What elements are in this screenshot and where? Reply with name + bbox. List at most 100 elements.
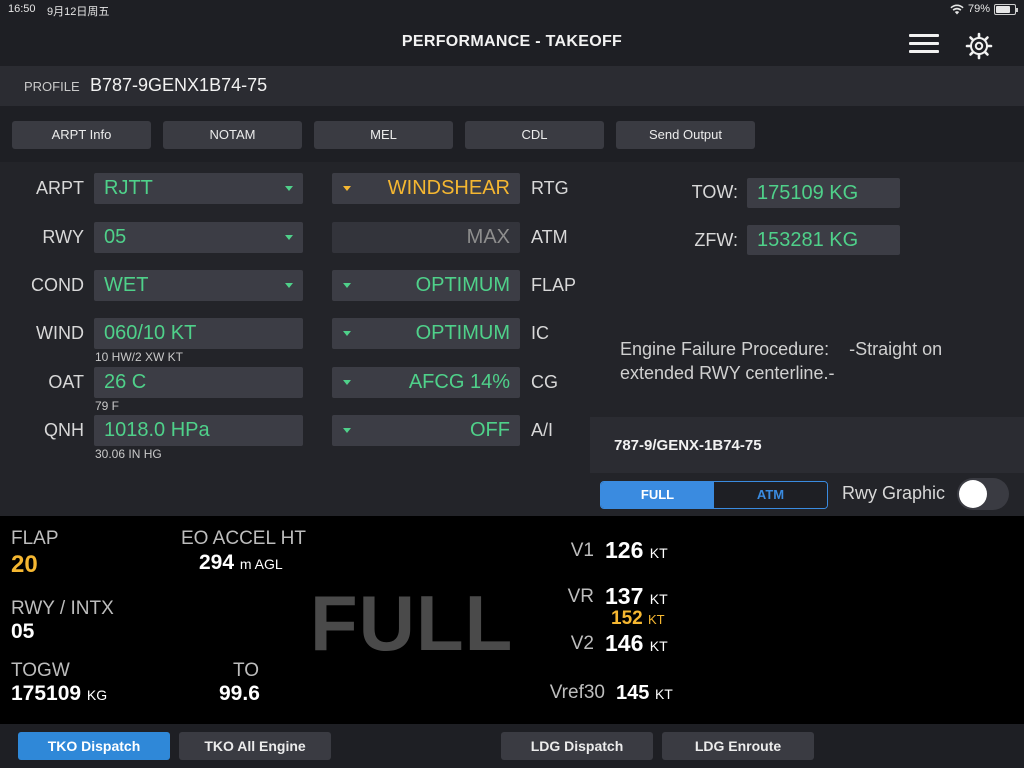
bottom-tab-bar: TKO Dispatch TKO All Engine LDG Dispatch… <box>0 724 1024 768</box>
send-output-button[interactable]: Send Output <box>616 121 755 149</box>
vref-label: Vref30 <box>549 682 605 703</box>
qnh-inhg: 30.06 IN HG <box>95 447 162 461</box>
tab-tko-all-engine[interactable]: TKO All Engine <box>179 732 331 760</box>
gear-icon[interactable] <box>965 32 993 60</box>
rwy-graphic-switch[interactable] <box>957 478 1009 510</box>
zfw-input[interactable]: 153281 KG <box>747 225 900 255</box>
dropdown-arrow-icon <box>343 283 351 288</box>
wind-value: 060/10 KT <box>104 322 197 344</box>
v1-label: V1 <box>570 540 594 561</box>
weights-panel: TOW: 175109 KG ZFW: 153281 KG Engine Fai… <box>590 162 1024 417</box>
status-time: 16:50 <box>8 3 36 15</box>
status-bar: 16:50 9月12日周五 79% <box>0 0 1024 20</box>
vr-alternate-unit: KT <box>647 612 665 627</box>
to-label: TO <box>233 660 260 681</box>
status-date: 9月12日周五 <box>47 6 110 18</box>
eo-accel-number: 294 <box>199 551 235 574</box>
vref-value: 145 KT <box>616 682 673 705</box>
qnh-input[interactable]: 1018.0 HPa <box>94 415 303 446</box>
tow-input[interactable]: 175109 KG <box>747 178 900 208</box>
atm-value: MAX <box>466 226 510 248</box>
rwy-graphic-label: Rwy Graphic <box>842 483 946 503</box>
vref-unit: KT <box>654 686 673 702</box>
dropdown-arrow-icon <box>285 235 293 240</box>
page-title: PERFORMANCE - TAKEOFF <box>401 33 623 50</box>
ai-select[interactable]: OFF <box>332 415 520 446</box>
v1-unit: KT <box>649 545 668 561</box>
atm-segment[interactable]: ATM <box>714 482 827 508</box>
dropdown-arrow-icon <box>343 380 351 385</box>
vr-number: 137 <box>605 583 644 609</box>
eo-accel-label: EO ACCEL HT <box>181 528 306 549</box>
ic-value: OPTIMUM <box>415 322 510 344</box>
tow-value: 175109 KG <box>757 182 859 204</box>
v1-number: 126 <box>605 537 644 563</box>
aircraft-type: 787-9/GENX-1B74-75 <box>614 437 762 454</box>
atm-input[interactable]: MAX <box>332 222 520 253</box>
battery-icon <box>994 3 1018 15</box>
mode-toggle-area: FULL ATM Rwy Graphic <box>590 473 1024 516</box>
eo-accel-value: 294 m AGL <box>199 551 283 575</box>
rwy-intx-label: RWY / INTX <box>11 598 114 619</box>
dropdown-arrow-icon <box>343 186 351 191</box>
battery-fill <box>996 5 1011 13</box>
qnh-label: QNH <box>44 420 84 440</box>
notam-button[interactable]: NOTAM <box>163 121 302 149</box>
oat-input[interactable]: 26 C <box>94 367 303 398</box>
engine-failure-label: Engine Failure Procedure: <box>620 339 830 359</box>
cond-select[interactable]: WET <box>94 270 303 301</box>
rwy-select[interactable]: 05 <box>94 222 303 253</box>
result-flap-value: 20 <box>11 551 38 578</box>
rwy-intx-value: 05 <box>11 620 35 643</box>
profile-label: PROFILE <box>24 79 80 94</box>
eo-accel-unit: m AGL <box>239 556 283 572</box>
wind-input[interactable]: 060/10 KT <box>94 318 303 349</box>
ic-select[interactable]: OPTIMUM <box>332 318 520 349</box>
arpt-select[interactable]: RJTT <box>94 173 303 204</box>
takeoff-mode-display: FULL <box>310 579 514 667</box>
flap-value: OPTIMUM <box>415 274 510 296</box>
togw-label: TOGW <box>11 660 70 681</box>
to-value: 99.6 <box>219 682 260 705</box>
qnh-value: 1018.0 HPa <box>104 419 210 441</box>
arpt-info-button[interactable]: ARPT Info <box>12 121 151 149</box>
v2-label: V2 <box>570 633 594 654</box>
tow-label: TOW: <box>691 182 738 202</box>
dropdown-arrow-icon <box>343 428 351 433</box>
arpt-value: RJTT <box>104 177 153 199</box>
vr-label: VR <box>567 586 594 607</box>
ic-label: IC <box>531 323 549 343</box>
full-segment[interactable]: FULL <box>601 482 714 508</box>
cdl-button[interactable]: CDL <box>465 121 604 149</box>
dropdown-arrow-icon <box>285 186 293 191</box>
ai-value: OFF <box>470 419 510 441</box>
tab-ldg-dispatch[interactable]: LDG Dispatch <box>501 732 653 760</box>
v1-value: 126 KT <box>605 537 668 564</box>
switch-knob <box>959 480 987 508</box>
menu-icon[interactable] <box>909 34 939 56</box>
togw-number: 175109 <box>11 682 82 705</box>
flap-select[interactable]: OPTIMUM <box>332 270 520 301</box>
rtg-value: WINDSHEAR <box>387 177 510 199</box>
vr-unit: KT <box>649 591 668 607</box>
arpt-label: ARPT <box>35 178 84 198</box>
v2-number: 146 <box>605 630 644 656</box>
engine-failure-procedure: Engine Failure Procedure: -Straight on e… <box>620 337 1000 385</box>
tab-ldg-enroute[interactable]: LDG Enroute <box>662 732 814 760</box>
cg-select[interactable]: AFCG 14% <box>332 367 520 398</box>
wind-label: WIND <box>36 323 84 343</box>
battery-percent: 79% <box>967 3 990 15</box>
mel-button[interactable]: MEL <box>314 121 453 149</box>
flap-label: FLAP <box>531 275 577 295</box>
wind-components: 10 HW/2 XW KT <box>95 350 184 364</box>
tab-tko-dispatch[interactable]: TKO Dispatch <box>18 732 170 760</box>
zfw-value: 153281 KG <box>757 229 859 251</box>
results-panel: FLAP 20 EO ACCEL HT 294 m AGL RWY / INTX… <box>0 516 1024 724</box>
cg-value: AFCG 14% <box>408 371 510 393</box>
profile-value[interactable]: B787-9GENX1B74-75 <box>90 75 267 96</box>
rtg-select[interactable]: WINDSHEAR <box>332 173 520 204</box>
cond-label: COND <box>31 275 84 295</box>
v2-value: 146 KT <box>605 630 668 657</box>
togw-value: 175109 KG <box>11 682 107 706</box>
rtg-label: RTG <box>531 178 569 198</box>
